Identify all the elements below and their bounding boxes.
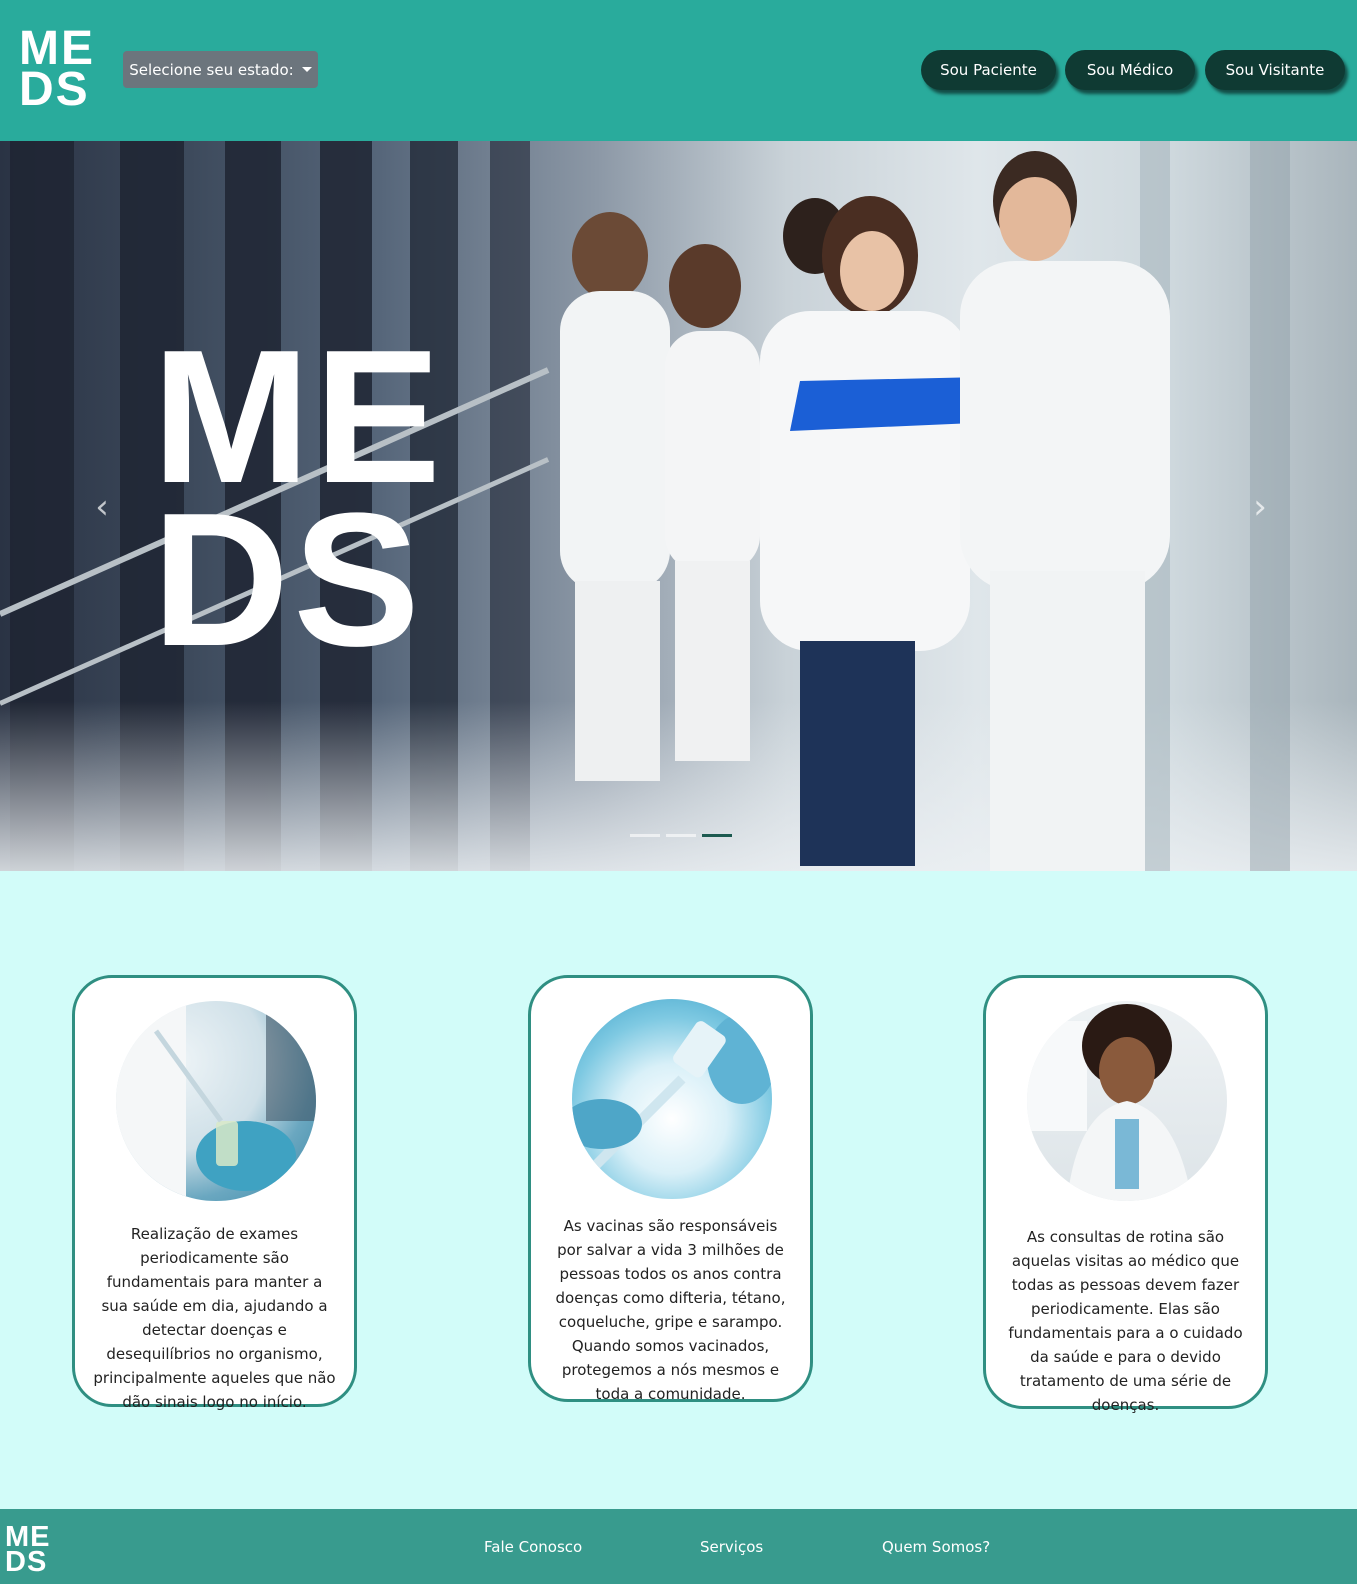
lab-exam-photo bbox=[116, 1001, 316, 1201]
nav-button-sou-paciente[interactable]: Sou Paciente bbox=[921, 50, 1056, 90]
hero-carousel: ME DS ‹ › bbox=[0, 141, 1357, 871]
carousel-next-icon[interactable]: › bbox=[1248, 487, 1272, 527]
vaccine-photo bbox=[572, 999, 772, 1199]
site-footer: ME DS bbox=[0, 1509, 1357, 1584]
caret-down-icon bbox=[301, 67, 312, 72]
carousel-indicator-2[interactable] bbox=[666, 834, 696, 837]
hero-logo-line-2: DS bbox=[152, 474, 424, 687]
carousel-indicator-3[interactable] bbox=[702, 834, 732, 837]
carousel-indicator-1[interactable] bbox=[630, 834, 660, 837]
card-checkups: As consultas de rotina são aquelas visit… bbox=[983, 975, 1268, 1414]
site-header: ME DS Selecione seu estado: Sou Paciente… bbox=[0, 0, 1357, 141]
hero-logo: ME DS bbox=[152, 322, 445, 687]
card-vaccines-text: As vacinas são responsáveis por salvar a… bbox=[555, 1217, 786, 1403]
card-vaccines: As vacinas são responsáveis por salvar a… bbox=[528, 975, 813, 1403]
state-select-label: Selecione seu estado: bbox=[129, 60, 294, 79]
state-select-dropdown[interactable]: Selecione seu estado: bbox=[123, 51, 318, 88]
header-logo[interactable]: ME DS bbox=[19, 24, 95, 117]
nav-button-sou-medico[interactable]: Sou Médico bbox=[1065, 50, 1195, 90]
doctor-photo bbox=[1027, 1001, 1227, 1201]
carousel-prev-icon[interactable]: ‹ bbox=[90, 487, 114, 527]
carousel-indicators bbox=[630, 834, 732, 837]
nav-button-sou-visitante[interactable]: Sou Visitante bbox=[1205, 50, 1345, 90]
card-exams-text: Realização de exames periodicamente são … bbox=[93, 1225, 336, 1411]
footer-link-fale-conosco[interactable]: Fale Conosco bbox=[484, 1538, 582, 1556]
footer-logo[interactable]: ME DS bbox=[5, 1523, 51, 1578]
card-exams: Realização de exames periodicamente são … bbox=[72, 975, 357, 1411]
logo-line-2: DS bbox=[19, 63, 90, 117]
footer-link-servicos[interactable]: Serviços bbox=[700, 1538, 763, 1556]
footer-logo-line-2: DS bbox=[5, 1545, 48, 1578]
card-checkups-text: As consultas de rotina são aquelas visit… bbox=[1008, 1228, 1243, 1414]
footer-link-quem-somos[interactable]: Quem Somos? bbox=[882, 1538, 990, 1556]
